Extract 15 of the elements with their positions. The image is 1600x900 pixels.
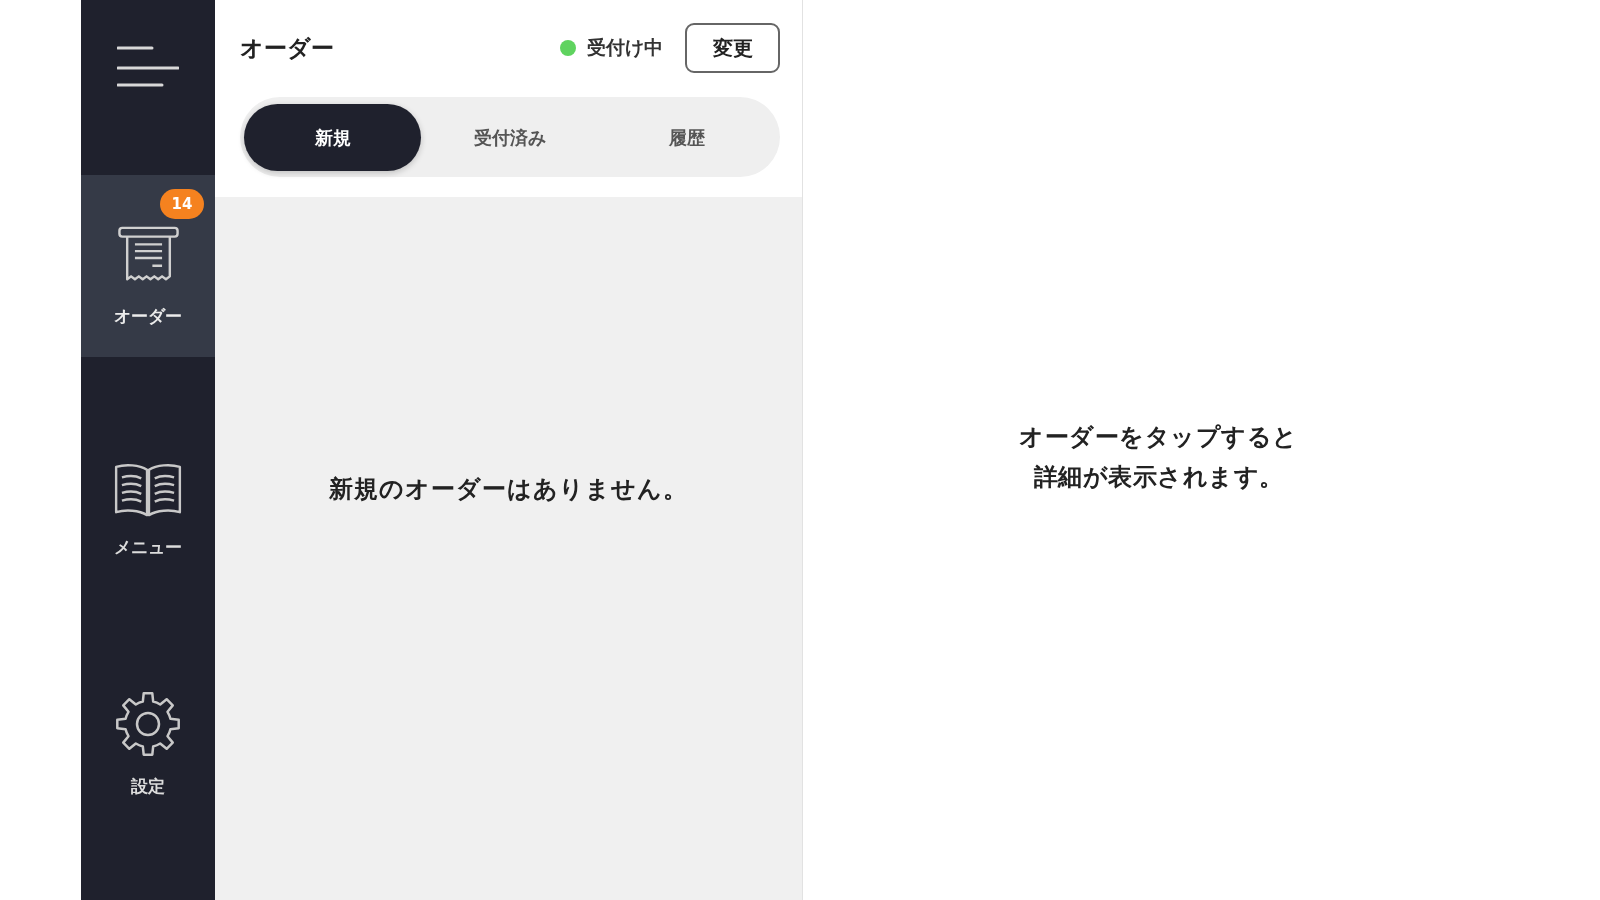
change-button[interactable]: 変更 xyxy=(685,23,780,73)
page-title: オーダー xyxy=(240,33,334,63)
menu-icon[interactable] xyxy=(117,46,179,88)
tab[interactable]: 受付済み xyxy=(421,104,599,171)
book-icon xyxy=(113,461,183,518)
sidebar-item[interactable]: オーダー 14 xyxy=(81,175,215,357)
detail-hint: オーダーをタップすると詳細が表示されます。 xyxy=(1018,422,1299,493)
empty-message: 新規のオーダーはありません。 xyxy=(329,473,688,505)
tab[interactable]: 新規 xyxy=(244,104,422,171)
status-label: 受付け中 xyxy=(587,35,663,60)
count-badge: 14 xyxy=(160,189,204,219)
sidebar-item[interactable]: メニュー xyxy=(81,409,215,591)
sidebar-item[interactable]: 設定 xyxy=(81,643,215,825)
settings-icon xyxy=(115,690,181,757)
tab[interactable]: 履歴 xyxy=(598,104,776,171)
